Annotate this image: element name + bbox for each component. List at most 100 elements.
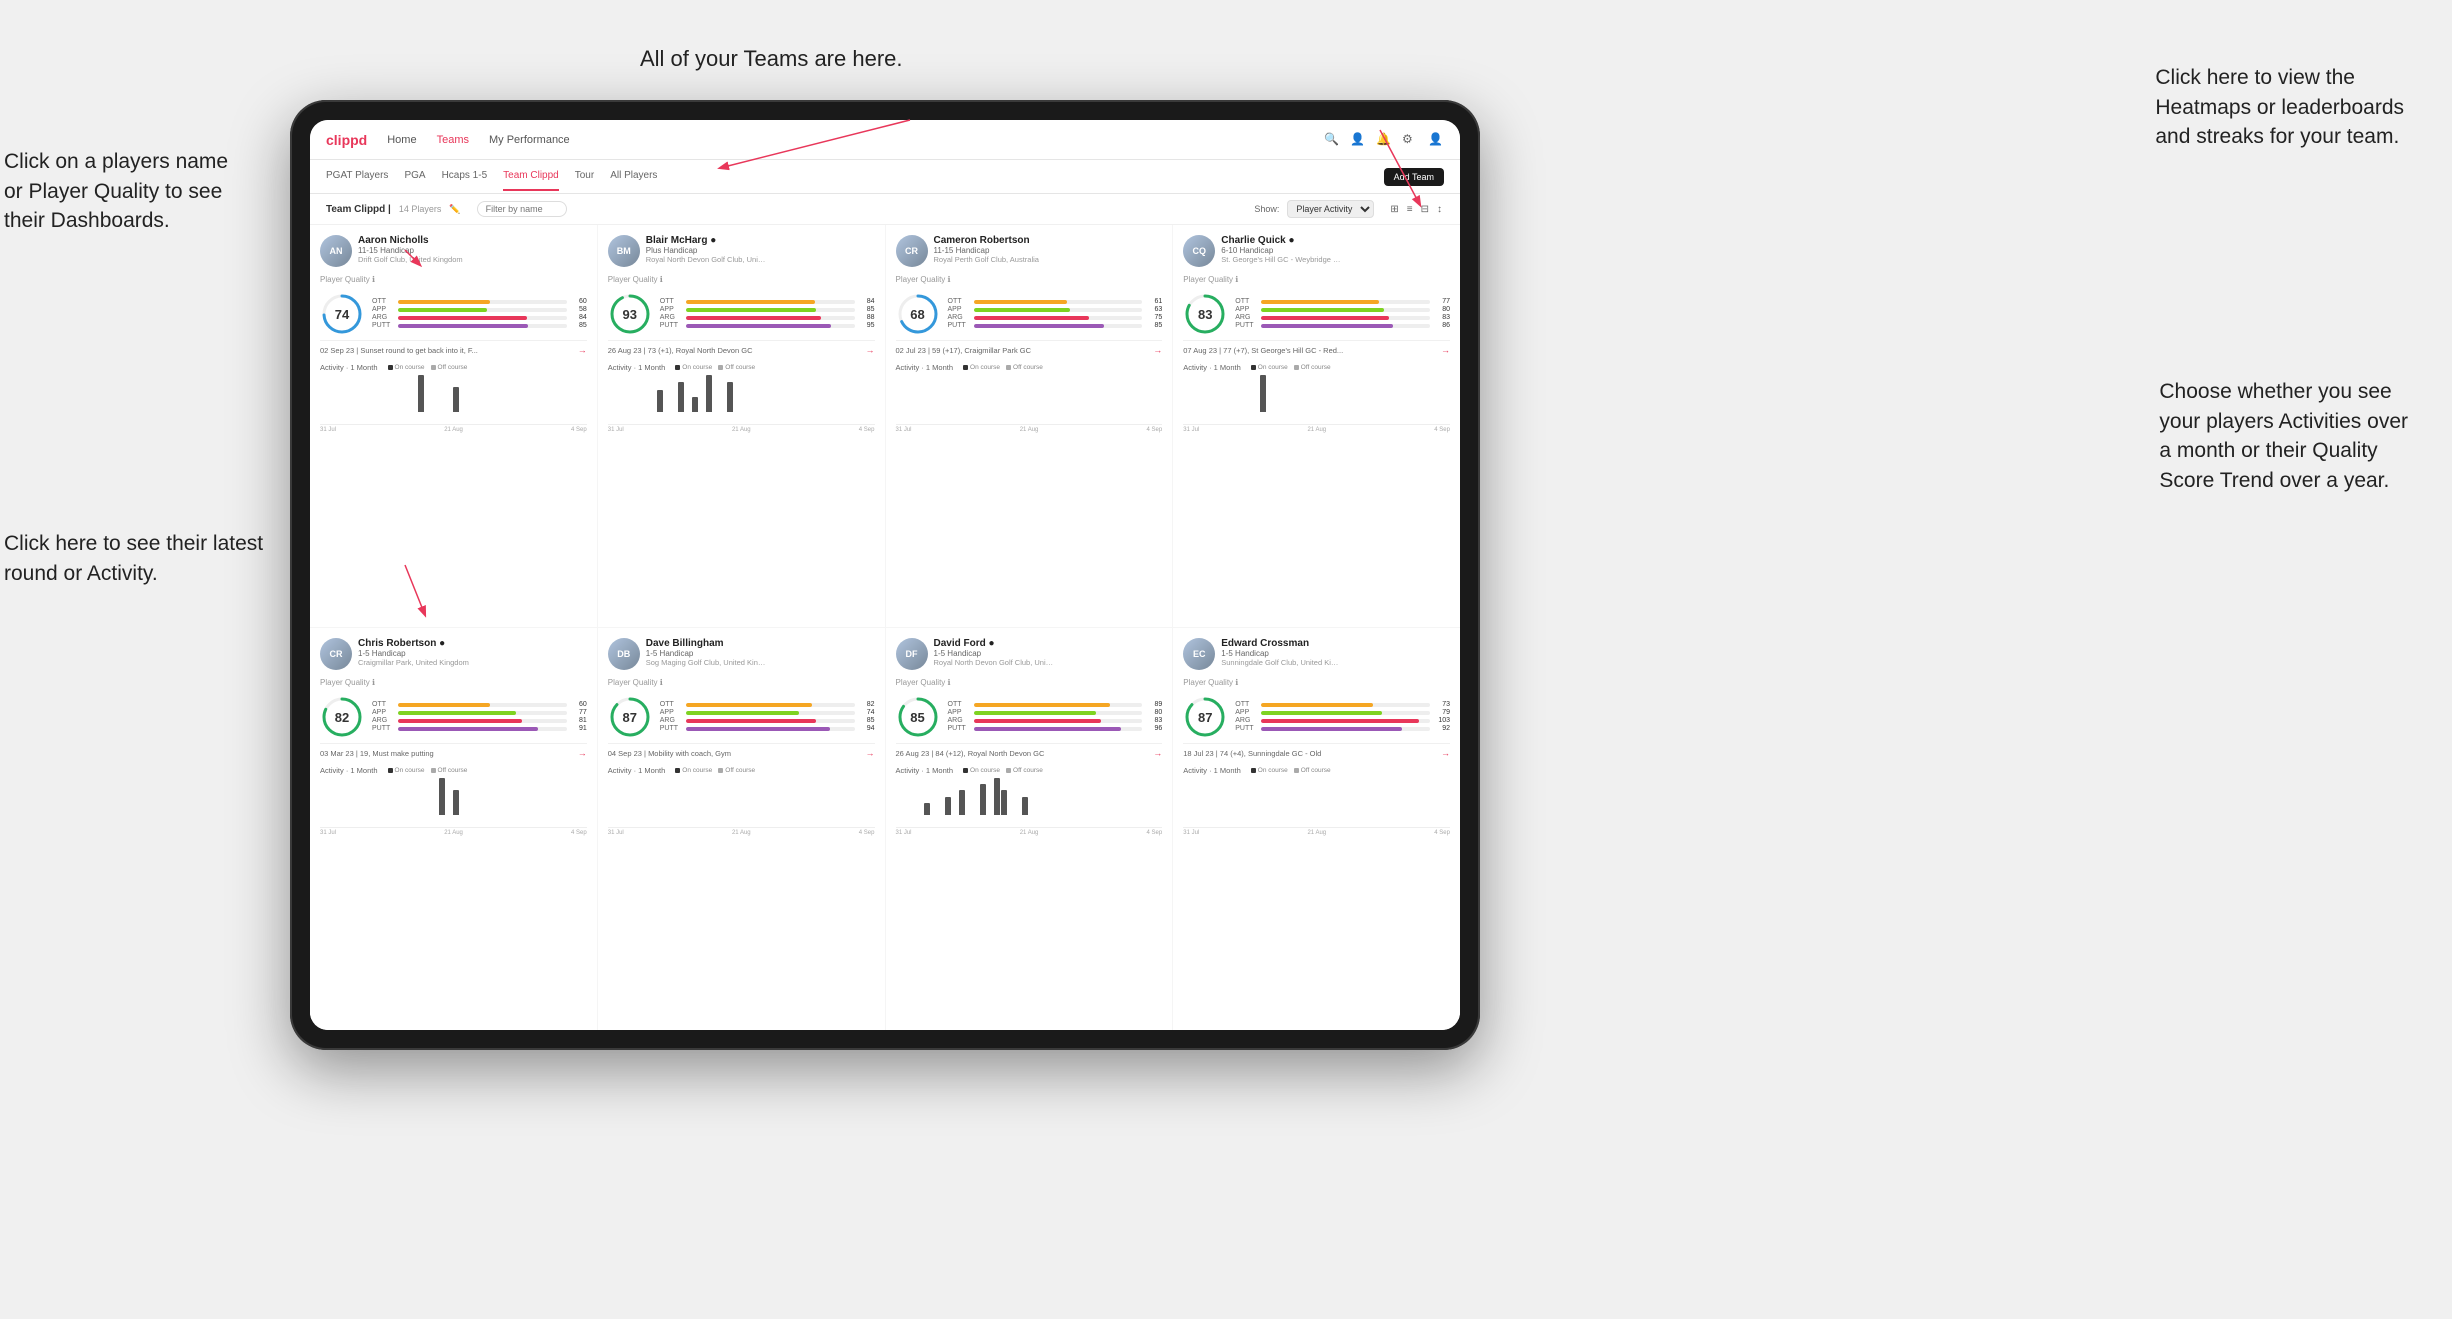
player-header: DB Dave Billingham 1-5 Handicap Sog Magi… xyxy=(608,638,875,670)
player-name[interactable]: Chris Robertson ● xyxy=(358,638,587,649)
nav-teams[interactable]: Teams xyxy=(437,130,469,150)
stat-arg-row: ARG 75 xyxy=(948,314,1163,321)
player-name[interactable]: Dave Billingham xyxy=(646,638,875,649)
show-select[interactable]: Player Activity Quality Trend xyxy=(1287,200,1374,218)
search-icon[interactable]: 🔍 xyxy=(1324,132,1340,148)
bell-icon[interactable]: 🔔 xyxy=(1376,132,1392,148)
tab-pga[interactable]: PGA xyxy=(404,162,425,191)
quality-circle[interactable]: 83 xyxy=(1183,292,1227,336)
avatar-icon[interactable]: 👤 xyxy=(1428,132,1444,148)
tab-all-players[interactable]: All Players xyxy=(610,162,657,191)
latest-round[interactable]: 26 Aug 23 | 73 (+1), Royal North Devon G… xyxy=(608,340,875,355)
profile-icon[interactable]: 👤 xyxy=(1350,132,1366,148)
quality-section: 87 OTT 82 APP 74 ARG xyxy=(608,695,875,739)
player-handicap: 1-5 Handicap xyxy=(358,649,587,658)
quality-circle[interactable]: 87 xyxy=(1183,695,1227,739)
activity-chart xyxy=(320,778,587,828)
legend-off-course: Off course xyxy=(718,767,755,774)
player-name[interactable]: Cameron Robertson xyxy=(934,235,1163,246)
tab-pgat-players[interactable]: PGAT Players xyxy=(326,162,388,191)
player-handicap: 11-15 Handicap xyxy=(934,246,1163,255)
round-arrow[interactable]: → xyxy=(578,345,587,355)
player-name[interactable]: Charlie Quick ● xyxy=(1221,235,1450,246)
round-arrow[interactable]: → xyxy=(578,748,587,758)
player-card[interactable]: CR Chris Robertson ● 1-5 Handicap Craigm… xyxy=(310,628,597,1030)
latest-round[interactable]: 02 Sep 23 | Sunset round to get back int… xyxy=(320,340,587,355)
settings-icon[interactable]: ⚙ xyxy=(1402,132,1418,148)
filter-icon[interactable]: ⊟ xyxy=(1419,202,1431,217)
latest-round[interactable]: 07 Aug 23 | 77 (+7), St George's Hill GC… xyxy=(1183,340,1450,355)
activity-title: Activity · 1 Month xyxy=(1183,766,1241,775)
player-name[interactable]: David Ford ● xyxy=(934,638,1163,649)
stat-ott-row: OTT 61 xyxy=(948,298,1163,305)
nav-my-performance[interactable]: My Performance xyxy=(489,130,570,150)
player-name[interactable]: Aaron Nicholls xyxy=(358,235,587,246)
chart-dates: 31 Jul21 Aug4 Sep xyxy=(1183,830,1450,836)
latest-round[interactable]: 02 Jul 23 | 59 (+17), Craigmillar Park G… xyxy=(896,340,1163,355)
round-arrow[interactable]: → xyxy=(1153,748,1162,758)
stat-putt-row: PUTT 96 xyxy=(948,725,1163,732)
quality-circle[interactable]: 93 xyxy=(608,292,652,336)
add-team-button[interactable]: Add Team xyxy=(1384,168,1444,186)
quality-circle[interactable]: 68 xyxy=(896,292,940,336)
round-arrow[interactable]: → xyxy=(866,345,875,355)
edit-icon[interactable]: ✏️ xyxy=(449,204,460,215)
activity-title: Activity · 1 Month xyxy=(896,766,954,775)
filter-input[interactable] xyxy=(477,201,567,217)
quality-circle[interactable]: 87 xyxy=(608,695,652,739)
player-card[interactable]: DB Dave Billingham 1-5 Handicap Sog Magi… xyxy=(598,628,885,1030)
chart-bars xyxy=(608,375,875,422)
tab-hcaps[interactable]: Hcaps 1-5 xyxy=(442,162,488,191)
latest-round[interactable]: 18 Jul 23 | 74 (+4), Sunningdale GC - Ol… xyxy=(1183,743,1450,758)
player-card[interactable]: AN Aaron Nicholls 11-15 Handicap Drift G… xyxy=(310,225,597,627)
quality-circle[interactable]: 85 xyxy=(896,695,940,739)
latest-round[interactable]: 03 Mar 23 | 19, Must make putting → xyxy=(320,743,587,758)
stats-bars: OTT 60 APP 58 ARG xyxy=(372,298,587,330)
player-card[interactable]: BM Blair McHarg ● Plus Handicap Royal No… xyxy=(598,225,885,627)
chart-bar xyxy=(657,390,663,412)
stat-putt-row: PUTT 95 xyxy=(660,322,875,329)
tab-team-clippd[interactable]: Team Clippd xyxy=(503,162,559,191)
player-header: AN Aaron Nicholls 11-15 Handicap Drift G… xyxy=(320,235,587,267)
latest-round[interactable]: 04 Sep 23 | Mobility with coach, Gym → xyxy=(608,743,875,758)
sort-icon[interactable]: ↕ xyxy=(1435,202,1444,217)
quality-section: 74 OTT 60 APP 58 ARG xyxy=(320,292,587,336)
chart-bar xyxy=(439,778,445,815)
player-name[interactable]: Edward Crossman xyxy=(1221,638,1450,649)
round-arrow[interactable]: → xyxy=(1441,345,1450,355)
latest-round[interactable]: 26 Aug 23 | 84 (+12), Royal North Devon … xyxy=(896,743,1163,758)
quality-circle[interactable]: 74 xyxy=(320,292,364,336)
player-name[interactable]: Blair McHarg ● xyxy=(646,235,875,246)
activity-header: Activity · 1 Month On course Off course xyxy=(1183,766,1450,775)
list-view-icon[interactable]: ≡ xyxy=(1405,202,1415,217)
activity-title: Activity · 1 Month xyxy=(896,363,954,372)
stat-arg-row: ARG 84 xyxy=(372,314,587,321)
activity-section: Activity · 1 Month On course Off course xyxy=(608,363,875,433)
player-card[interactable]: CR Cameron Robertson 11-15 Handicap Roya… xyxy=(886,225,1173,627)
activity-chart xyxy=(1183,778,1450,828)
round-arrow[interactable]: → xyxy=(866,748,875,758)
round-arrow[interactable]: → xyxy=(1441,748,1450,758)
tab-tour[interactable]: Tour xyxy=(575,162,594,191)
activity-section: Activity · 1 Month On course Off course xyxy=(1183,766,1450,836)
nav-logo: clippd xyxy=(326,132,367,148)
chart-bars xyxy=(1183,778,1450,825)
quality-circle[interactable]: 82 xyxy=(320,695,364,739)
quality-section: 83 OTT 77 APP 80 ARG xyxy=(1183,292,1450,336)
legend-off-course: Off course xyxy=(1294,767,1331,774)
nav-home[interactable]: Home xyxy=(387,130,416,150)
legend-on-course: On course xyxy=(963,364,1000,371)
legend-off-course: Off course xyxy=(431,767,468,774)
player-info: Chris Robertson ● 1-5 Handicap Craigmill… xyxy=(358,638,587,667)
round-arrow[interactable]: → xyxy=(1153,345,1162,355)
player-card[interactable]: DF David Ford ● 1-5 Handicap Royal North… xyxy=(886,628,1173,1030)
player-card[interactable]: EC Edward Crossman 1-5 Handicap Sunningd… xyxy=(1173,628,1460,1030)
player-club: Royal North Devon Golf Club, United Kni.… xyxy=(934,658,1054,667)
grid-view-icon[interactable]: ⊞ xyxy=(1388,202,1400,217)
player-header: CR Cameron Robertson 11-15 Handicap Roya… xyxy=(896,235,1163,267)
activity-title: Activity · 1 Month xyxy=(608,363,666,372)
annotation-latest-round: Click here to see their latestround or A… xyxy=(4,500,263,588)
stat-ott-row: OTT 89 xyxy=(948,701,1163,708)
player-card[interactable]: CQ Charlie Quick ● 6-10 Handicap St. Geo… xyxy=(1173,225,1460,627)
player-header: EC Edward Crossman 1-5 Handicap Sunningd… xyxy=(1183,638,1450,670)
